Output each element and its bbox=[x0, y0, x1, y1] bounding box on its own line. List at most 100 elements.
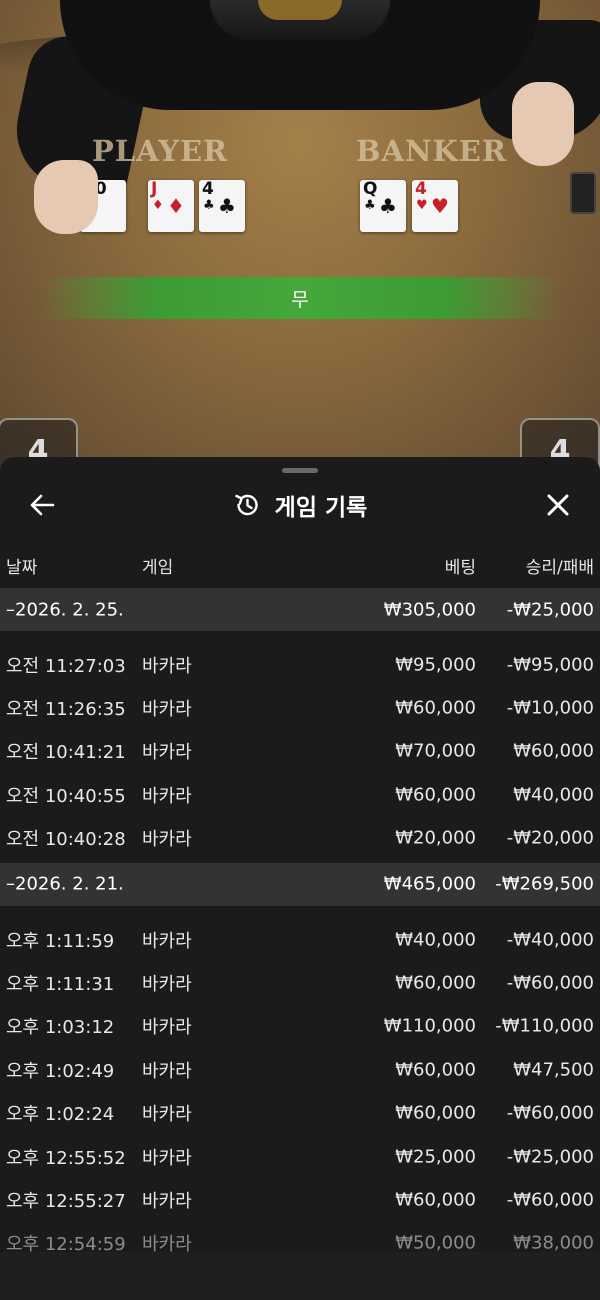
group-result-total: -₩269,500 bbox=[495, 873, 594, 895]
game-history-sheet: 게임 기록 날짜 게임 베팅 승리/패배 –2026. 2. 25. ₩305,… bbox=[0, 457, 600, 1300]
row-bet: ₩60,000 bbox=[395, 784, 476, 806]
row-result: -₩60,000 bbox=[506, 972, 594, 994]
group-bet-total: ₩305,000 bbox=[383, 599, 476, 620]
row-time: 오후 1:02:49 bbox=[6, 1060, 115, 1082]
row-game: 바카라 bbox=[142, 930, 192, 952]
history-row[interactable]: 오후 12:55:27 바카라 ₩60,000 -₩60,000 bbox=[0, 1178, 600, 1221]
row-game: 바카라 bbox=[142, 1190, 192, 1212]
history-row[interactable]: 오전 11:27:03 바카라 ₩95,000 -₩95,000 bbox=[0, 643, 600, 686]
round-result-text: 무 bbox=[291, 288, 309, 311]
row-time: 오후 1:02:24 bbox=[6, 1104, 115, 1126]
row-time: 오후 1:11:31 bbox=[6, 974, 115, 996]
row-bet: ₩40,000 bbox=[395, 929, 476, 951]
row-result: -₩60,000 bbox=[506, 1102, 594, 1124]
history-row[interactable]: 오전 10:41:21 바카라 ₩70,000 ₩60,000 bbox=[0, 730, 600, 773]
row-result: ₩47,500 bbox=[513, 1059, 594, 1081]
banker-card-1: Q ♣ ♣ bbox=[360, 180, 406, 232]
dealer-hand-right bbox=[512, 82, 574, 166]
group-date: –2026. 2. 25. bbox=[6, 599, 124, 620]
card-suit-icon: ♥ bbox=[416, 198, 428, 213]
row-time: 오전 10:40:55 bbox=[6, 785, 126, 807]
card-rank: J bbox=[151, 179, 158, 199]
card-rank: 4 bbox=[415, 179, 427, 199]
row-bet: ₩20,000 bbox=[395, 827, 476, 849]
player-card-2: J ♦ ♦ bbox=[148, 180, 194, 232]
card-suit-icon: ♣ bbox=[364, 198, 376, 213]
row-game: 바카라 bbox=[142, 785, 192, 807]
row-game: 바카라 bbox=[142, 655, 192, 677]
row-result: -₩60,000 bbox=[506, 1189, 594, 1211]
row-time: 오후 12:55:52 bbox=[6, 1147, 126, 1169]
card-suit-icon: ♦ bbox=[152, 198, 164, 213]
row-time: 오전 11:27:03 bbox=[6, 655, 126, 677]
row-game: 바카라 bbox=[142, 742, 192, 764]
row-bet: ₩60,000 bbox=[395, 1102, 476, 1124]
history-row[interactable]: 오후 12:55:52 바카라 ₩25,000 -₩25,000 bbox=[0, 1135, 600, 1178]
row-time: 오후 12:55:27 bbox=[6, 1190, 126, 1212]
dealer-necklace bbox=[258, 0, 342, 20]
card-center-suit-icon: ♣ bbox=[218, 194, 236, 218]
history-row[interactable]: 오전 10:40:28 바카라 ₩20,000 -₩20,000 bbox=[0, 817, 600, 860]
row-bet: ₩50,000 bbox=[395, 1232, 476, 1254]
card-rank: Q bbox=[363, 179, 378, 199]
column-header-result: 승리/패배 bbox=[525, 558, 594, 578]
banker-label: BANKER bbox=[356, 134, 507, 168]
row-result: ₩40,000 bbox=[513, 784, 594, 806]
row-game: 바카라 bbox=[142, 699, 192, 721]
card-center-suit-icon: ♦ bbox=[167, 194, 185, 218]
row-time: 오전 10:40:28 bbox=[6, 829, 126, 851]
player-label: PLAYER bbox=[92, 134, 229, 168]
row-game: 바카라 bbox=[142, 1104, 192, 1126]
history-row[interactable]: 오후 1:02:49 바카라 ₩60,000 ₩47,500 bbox=[0, 1048, 600, 1091]
card-center-suit-icon: ♥ bbox=[431, 194, 449, 218]
banker-card-2: 4 ♥ ♥ bbox=[412, 180, 458, 232]
list-bottom-fade bbox=[0, 1252, 600, 1300]
sheet-title: 게임 기록 bbox=[274, 495, 368, 521]
column-header-date: 날짜 bbox=[6, 558, 38, 578]
row-time: 오전 11:26:35 bbox=[6, 699, 126, 721]
card-center-suit-icon: ♣ bbox=[379, 194, 397, 218]
row-result: ₩38,000 bbox=[513, 1232, 594, 1254]
date-group-header[interactable]: –2026. 2. 25. ₩305,000 -₩25,000 bbox=[0, 588, 600, 631]
dealer-hand-left bbox=[34, 160, 98, 234]
history-icon bbox=[234, 494, 258, 516]
row-bet: ₩95,000 bbox=[395, 654, 476, 676]
sheet-drag-handle[interactable] bbox=[282, 468, 318, 473]
date-group-header[interactable]: –2026. 2. 21. ₩465,000 -₩269,500 bbox=[0, 862, 600, 906]
row-bet: ₩25,000 bbox=[395, 1146, 476, 1168]
row-bet: ₩110,000 bbox=[383, 1015, 476, 1037]
live-baccarat-table: PLAYER BANKER 10 ♠ J ♦ ♦ 4 ♣ ♣ Q ♣ ♣ 4 ♥… bbox=[0, 0, 600, 470]
row-bet: ₩60,000 bbox=[395, 697, 476, 719]
group-bet-total: ₩465,000 bbox=[383, 873, 476, 895]
row-game: 바카라 bbox=[142, 1147, 192, 1169]
row-bet: ₩60,000 bbox=[395, 1059, 476, 1081]
row-result: -₩10,000 bbox=[506, 697, 594, 719]
close-button[interactable] bbox=[536, 483, 580, 527]
row-result: -₩40,000 bbox=[506, 929, 594, 951]
row-game: 바카라 bbox=[142, 1017, 192, 1039]
round-result-banner: 무 bbox=[40, 277, 560, 319]
group-date: –2026. 2. 21. bbox=[6, 873, 124, 895]
row-time: 오후 1:03:12 bbox=[6, 1017, 115, 1039]
group-result-total: -₩25,000 bbox=[506, 599, 594, 620]
row-game: 바카라 bbox=[142, 1060, 192, 1082]
history-row[interactable]: 오전 10:40:55 바카라 ₩60,000 ₩40,000 bbox=[0, 773, 600, 816]
row-time: 오전 10:41:21 bbox=[6, 742, 126, 764]
row-result: ₩60,000 bbox=[513, 740, 594, 762]
card-suit-icon: ♣ bbox=[203, 198, 215, 213]
history-column-headers: 날짜 게임 베팅 승리/패배 bbox=[0, 553, 600, 578]
close-icon bbox=[547, 494, 569, 516]
history-row[interactable]: 오후 1:02:24 바카라 ₩60,000 -₩60,000 bbox=[0, 1092, 600, 1135]
history-row[interactable]: 오후 1:11:59 바카라 ₩40,000 -₩40,000 bbox=[0, 918, 600, 961]
history-row[interactable]: 오후 1:11:31 바카라 ₩60,000 -₩60,000 bbox=[0, 961, 600, 1004]
history-row[interactable]: 오후 1:03:12 바카라 ₩110,000 -₩110,000 bbox=[0, 1005, 600, 1048]
row-game: 바카라 bbox=[142, 974, 192, 996]
row-result: -₩110,000 bbox=[495, 1015, 594, 1037]
row-bet: ₩60,000 bbox=[395, 1189, 476, 1211]
card-rank: 4 bbox=[202, 179, 214, 199]
row-bet: ₩60,000 bbox=[395, 972, 476, 994]
player-card-3: 4 ♣ ♣ bbox=[199, 180, 245, 232]
history-row[interactable]: 오전 11:26:35 바카라 ₩60,000 -₩10,000 bbox=[0, 686, 600, 729]
column-header-game: 게임 bbox=[142, 558, 174, 578]
column-header-bet: 베팅 bbox=[444, 558, 476, 578]
